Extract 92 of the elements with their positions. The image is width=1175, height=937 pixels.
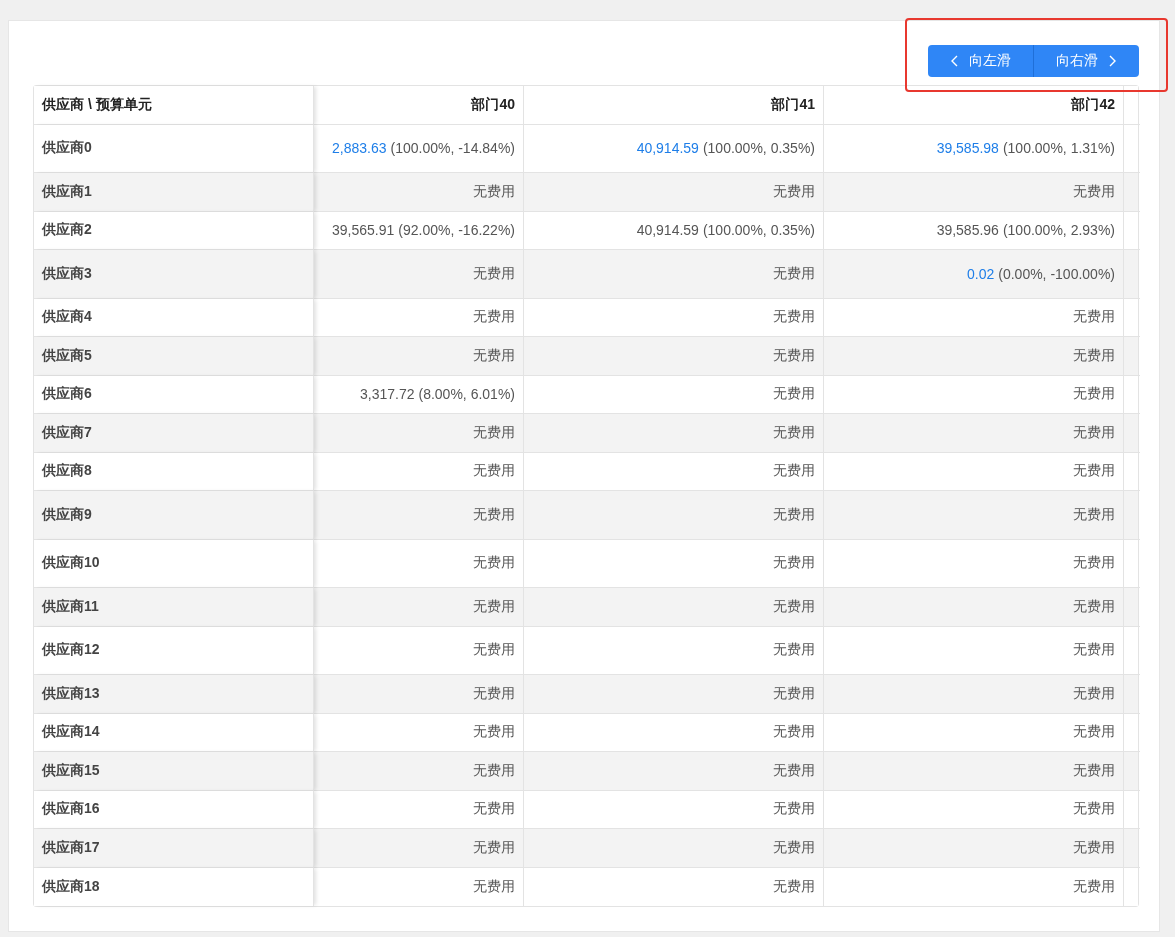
no-cost-text: 无费用: [773, 308, 815, 327]
no-cost-text: 无费用: [773, 264, 815, 283]
amount-link[interactable]: 40,914.59: [636, 140, 699, 157]
no-cost-text: 无费用: [473, 462, 515, 481]
no-cost-text: 无费用: [1073, 838, 1115, 857]
amount-detail: (100.00%, 2.93%): [1002, 222, 1115, 239]
amount-link[interactable]: 2,883.63: [331, 140, 387, 157]
supplier-name: 供应商0: [42, 139, 92, 158]
supplier-name: 供应商1: [42, 182, 92, 201]
amount-text: 3,317.72: [360, 386, 415, 403]
no-cost-text: 无费用: [473, 505, 515, 524]
amount-text: 39,565.91: [331, 222, 395, 239]
no-cost-text: 无费用: [773, 723, 815, 742]
no-cost-text: 无费用: [473, 423, 515, 442]
no-cost-text: 无费用: [773, 641, 815, 660]
no-cost-text: 无费用: [1073, 877, 1115, 896]
supplier-name: 供应商10: [42, 554, 100, 573]
supplier-name: 供应商18: [42, 877, 100, 896]
no-cost-text: 无费用: [773, 838, 815, 857]
no-cost-text: 无费用: [1073, 800, 1115, 819]
no-cost-text: 无费用: [773, 182, 815, 201]
chevron-left-icon: [950, 55, 959, 67]
no-cost-text: 无费用: [773, 462, 815, 481]
amount-detail: (100.00%, 0.35%): [702, 140, 815, 157]
no-cost-text: 无费用: [773, 385, 815, 404]
amount-detail: (100.00%, 1.31%): [1002, 140, 1115, 157]
supplier-name: 供应商7: [42, 423, 92, 442]
no-cost-text: 无费用: [473, 346, 515, 365]
no-cost-text: 无费用: [1073, 182, 1115, 201]
column-header: 供应商 \ 预算单元: [42, 95, 152, 114]
no-cost-text: 无费用: [473, 597, 515, 616]
no-cost-text: 无费用: [473, 723, 515, 742]
no-cost-text: 无费用: [1073, 385, 1115, 404]
no-cost-text: 无费用: [1073, 554, 1115, 573]
column-header: 部门42: [1071, 95, 1115, 114]
no-cost-text: 无费用: [1073, 597, 1115, 616]
no-cost-text: 无费用: [773, 597, 815, 616]
supplier-name: 供应商11: [42, 597, 99, 616]
no-cost-text: 无费用: [773, 684, 815, 703]
no-cost-text: 无费用: [773, 554, 815, 573]
supplier-name: 供应商3: [42, 264, 92, 283]
no-cost-text: 无费用: [773, 505, 815, 524]
no-cost-text: 无费用: [473, 554, 515, 573]
no-cost-text: 无费用: [1073, 761, 1115, 780]
supplier-name: 供应商4: [42, 308, 92, 327]
supplier-name: 供应商17: [42, 838, 100, 857]
no-cost-text: 无费用: [473, 838, 515, 857]
amount-text: 39,585.96: [936, 222, 999, 239]
chevron-right-icon: [1108, 55, 1117, 67]
supplier-name: 供应商2: [42, 221, 92, 240]
no-cost-text: 无费用: [1073, 308, 1115, 327]
supplier-name: 供应商15: [42, 761, 100, 780]
no-cost-text: 无费用: [1073, 723, 1115, 742]
no-cost-text: 无费用: [473, 264, 515, 283]
slide-left-button[interactable]: 向左滑: [928, 45, 1033, 77]
no-cost-text: 无费用: [473, 684, 515, 703]
amount-detail: (100.00%, -14.84%): [390, 140, 515, 157]
column-header: 部门41: [771, 95, 815, 114]
no-cost-text: 无费用: [473, 308, 515, 327]
no-cost-text: 无费用: [773, 877, 815, 896]
no-cost-text: 无费用: [1073, 346, 1115, 365]
supplier-name: 供应商14: [42, 723, 100, 742]
no-cost-text: 无费用: [473, 877, 515, 896]
no-cost-text: 无费用: [473, 641, 515, 660]
no-cost-text: 无费用: [1073, 423, 1115, 442]
slide-right-button[interactable]: 向右滑: [1033, 45, 1139, 77]
amount-detail: (8.00%, 6.01%): [418, 386, 515, 403]
amount-detail: (100.00%, 0.35%): [702, 222, 815, 239]
amount-link[interactable]: 0.02: [967, 265, 995, 282]
no-cost-text: 无费用: [1073, 505, 1115, 524]
supplier-name: 供应商5: [42, 346, 92, 365]
no-cost-text: 无费用: [473, 182, 515, 201]
no-cost-text: 无费用: [773, 346, 815, 365]
supplier-name: 供应商16: [42, 800, 100, 819]
amount-link[interactable]: 39,585.98: [936, 140, 999, 157]
no-cost-text: 无费用: [1073, 641, 1115, 660]
no-cost-text: 无费用: [1073, 684, 1115, 703]
supplier-name: 供应商12: [42, 641, 100, 660]
supplier-name: 供应商13: [42, 684, 100, 703]
no-cost-text: 无费用: [773, 800, 815, 819]
amount-detail: (0.00%, -100.00%): [998, 265, 1115, 282]
amount-detail: (92.00%, -16.22%): [398, 222, 515, 239]
supplier-name: 供应商6: [42, 385, 92, 404]
column-header: 部门40: [471, 95, 515, 114]
no-cost-text: 无费用: [773, 423, 815, 442]
no-cost-text: 无费用: [1073, 462, 1115, 481]
supplier-name: 供应商8: [42, 462, 92, 481]
no-cost-text: 无费用: [773, 761, 815, 780]
no-cost-text: 无费用: [473, 761, 515, 780]
no-cost-text: 无费用: [473, 800, 515, 819]
amount-text: 40,914.59: [636, 222, 699, 239]
supplier-name: 供应商9: [42, 505, 92, 524]
